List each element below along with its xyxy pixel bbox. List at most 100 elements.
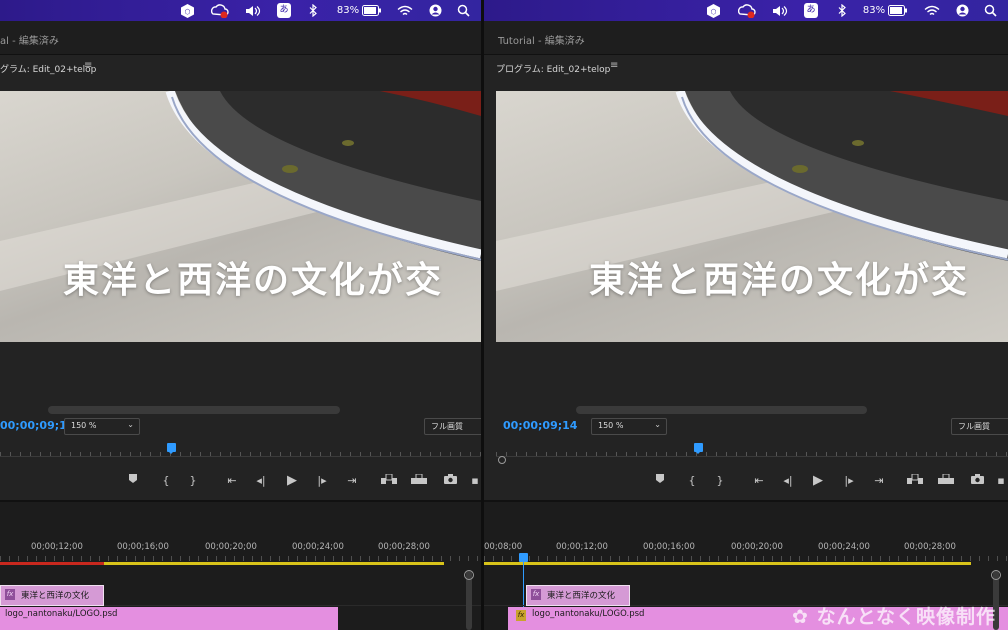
video-track-v2: fx 東洋と西洋の文化 [0,585,481,606]
monitor-time-ruler[interactable] [484,442,1008,464]
input-method-icon[interactable]: あ [277,3,291,18]
channel-watermark: ✿ なんとなく映像制作 [792,602,996,629]
play-icon[interactable]: ▶ [283,470,301,492]
ruler-zoom-handle[interactable] [498,456,506,464]
volume-icon[interactable] [245,3,261,18]
svg-text:⬡: ⬡ [184,8,190,16]
timeline-playhead[interactable] [519,553,528,562]
search-icon[interactable] [456,3,470,18]
chevron-down-icon: ⌄ [654,420,661,429]
insert-icon[interactable] [906,470,924,492]
bluetooth-icon[interactable] [308,3,318,18]
subtitle-telop: 東洋と西洋の文化が交 [63,260,444,301]
zoom-level-dropdown[interactable]: 150 % ⌄ [591,418,667,435]
export-frame-icon[interactable] [441,470,459,492]
mark-in-icon[interactable]: { [157,470,175,492]
go-to-in-icon[interactable]: ⇤ [223,470,241,492]
program-monitor-title[interactable]: プログラム: Edit_02+telop [496,62,610,75]
monitor-horizontal-scrollbar[interactable] [576,406,867,414]
fx-badge-icon: fx [531,589,541,600]
menu-bar: ⬡ あ 83% [0,0,481,21]
insert-icon[interactable] [380,470,398,492]
monitor-playhead[interactable] [167,443,176,454]
playback-resolution-dropdown[interactable]: フル画質 [424,418,481,435]
volume-icon[interactable] [772,3,788,18]
work-area-bar[interactable] [484,562,971,565]
bluetooth-icon[interactable] [837,3,847,18]
playback-resolution-value: フル画質 [431,422,463,431]
ruler-label: 00;00;16;00 [643,542,695,552]
timeline-ruler[interactable]: 00;08;00 00;00;12;00 00;00;16;00 00;00;2… [484,540,1008,562]
panel-menu-icon[interactable]: ≡ [610,60,618,71]
playback-resolution-value: フル画質 [958,422,990,431]
input-method-icon[interactable]: あ [804,3,818,18]
zoom-scroll-handle[interactable] [991,570,1001,580]
add-marker-icon[interactable] [651,470,669,492]
overwrite-icon[interactable] [410,470,428,492]
step-back-icon[interactable]: ◂| [779,470,797,492]
ruler-label: 00;00;12;00 [556,542,608,552]
program-monitor-video[interactable]: 東洋と西洋の文化が交 [496,91,1008,342]
transport-controls: { } ⇤ ◂| ▶ |▸ ⇥ ▪ [0,470,481,494]
watermark-text: なんとなく映像制作 [816,606,996,628]
ruler-label: 00;00;28;00 [378,542,430,552]
fx-badge-icon: fx [5,589,15,600]
program-monitor-title[interactable]: グラム: Edit_02+telop [0,62,96,75]
zoom-scroll-handle[interactable] [464,570,474,580]
export-frame-icon[interactable] [968,470,986,492]
creative-cloud-icon[interactable] [211,3,229,18]
zoom-level-value: 150 % [598,421,624,430]
add-marker-icon[interactable] [124,470,142,492]
work-area-bar[interactable] [104,562,444,565]
logo-clip[interactable]: logo_nantonaku/LOGO.psd [0,607,338,630]
program-monitor-video[interactable]: 東洋と西洋の文化が交 [0,91,481,342]
go-to-in-icon[interactable]: ⇤ [750,470,768,492]
mark-out-icon[interactable]: } [711,470,729,492]
overwrite-icon[interactable] [937,470,955,492]
button-editor-icon[interactable]: ▪ [992,470,1008,492]
menu-bar: ⬡ あ 83% [484,0,1008,21]
battery-icon[interactable] [888,3,908,18]
monitor-horizontal-scrollbar[interactable] [48,406,340,414]
render-bar-red [0,562,104,565]
watermark-logo-icon: ✿ [792,606,809,628]
right-premiere-window: ⬡ あ 83% Tutorial - 編集済み プログラム: Edit_02+t… [484,0,1008,630]
wifi-icon[interactable] [924,3,940,18]
monitor-time-ruler[interactable] [0,442,481,464]
battery-icon[interactable] [362,3,382,18]
ruler-label: 00;00;12;00 [31,542,83,552]
zoom-level-dropdown[interactable]: 150 % ⌄ [64,418,140,435]
app-shield-icon[interactable]: ⬡ [180,3,194,18]
playhead-timecode[interactable]: 00;00;09;14 [503,419,577,432]
playback-resolution-dropdown[interactable]: フル画質 [951,418,1008,435]
search-icon[interactable] [983,3,997,18]
app-shield-icon[interactable]: ⬡ [706,3,720,18]
user-icon[interactable] [428,3,442,18]
wifi-icon[interactable] [397,3,413,18]
button-editor-icon[interactable]: ▪ [466,470,481,492]
user-icon[interactable] [955,3,969,18]
mark-out-icon[interactable]: } [184,470,202,492]
clip-name: 東洋と西洋の文化 [21,591,90,601]
title-clip[interactable]: fx 東洋と西洋の文化 [0,585,104,606]
monitor-playhead[interactable] [694,443,703,454]
mark-in-icon[interactable]: { [683,470,701,492]
panel-menu-icon[interactable]: ≡ [84,60,92,71]
creative-cloud-icon[interactable] [738,3,756,18]
go-to-out-icon[interactable]: ⇥ [870,470,888,492]
step-forward-icon[interactable]: |▸ [313,470,331,492]
transport-controls: { } ⇤ ◂| ▶ |▸ ⇥ ▪ [484,470,1008,494]
timeline-ruler[interactable]: 00;00;12;00 00;00;16;00 00;00;20;00 00;0… [0,540,481,562]
ruler-label: 00;00;20;00 [205,542,257,552]
title-clip[interactable]: fx 東洋と西洋の文化 [526,585,630,606]
ruler-label: 00;00;16;00 [117,542,169,552]
ruler-ticks [0,556,481,561]
battery-percentage: 83% [336,5,360,16]
step-forward-icon[interactable]: |▸ [840,470,858,492]
window-title: Tutorial - 編集済み [498,36,585,47]
ruler-label: 00;08;00 [484,542,523,552]
go-to-out-icon[interactable]: ⇥ [343,470,361,492]
play-icon[interactable]: ▶ [809,470,827,492]
step-back-icon[interactable]: ◂| [252,470,270,492]
window-titlebar: al - 編集済み [0,21,481,55]
